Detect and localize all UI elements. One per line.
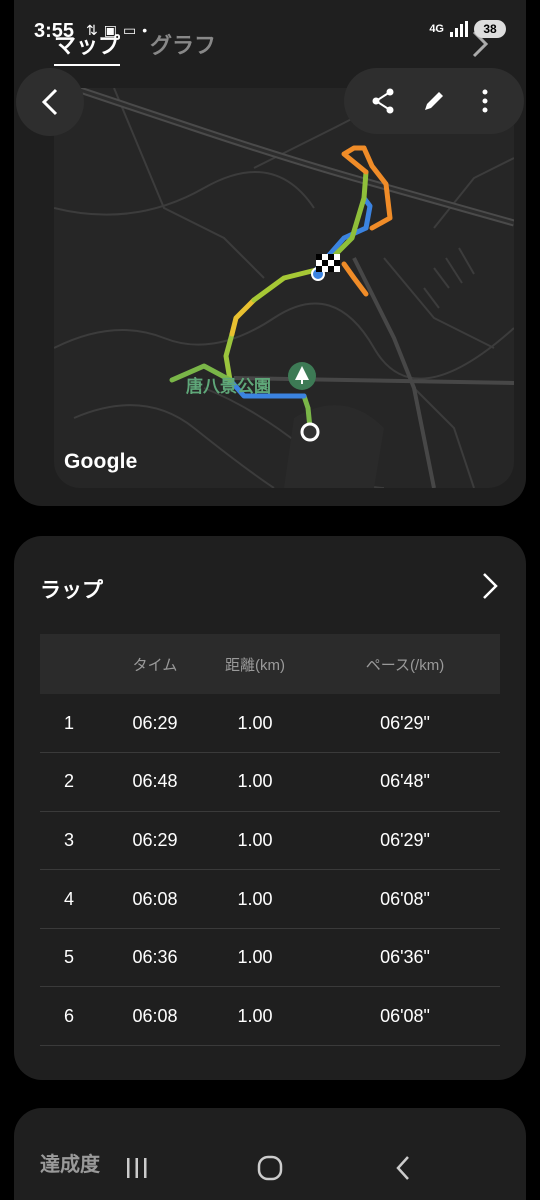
back-button[interactable] — [16, 68, 84, 136]
home-button[interactable] — [240, 1138, 300, 1198]
lap-distance: 1.00 — [200, 928, 310, 988]
more-button[interactable] — [465, 81, 505, 121]
lap-number: 3 — [40, 811, 110, 871]
recents-button[interactable] — [107, 1138, 167, 1198]
table-row: 3 06:29 1.00 06'29" — [40, 811, 500, 871]
finish-flag-icon — [316, 254, 340, 272]
header-distance: 距離(km) — [225, 656, 285, 674]
lap-number: 5 — [40, 928, 110, 988]
dot-icon: • — [142, 22, 148, 38]
lap-number: 1 — [40, 694, 110, 754]
lap-pace: 06'29" — [310, 811, 500, 871]
share-icon — [372, 88, 394, 114]
lap-distance: 1.00 — [200, 869, 310, 929]
nav-back-icon — [396, 1156, 410, 1180]
screen: 3:55 ⇅ ▣ ▭ • 4G 38 マップ グラフ 唐八景公園 Google … — [0, 0, 540, 1200]
lap-number: 4 — [40, 869, 110, 929]
lap-table-header: タイム 距離(km) ペース(/km) — [40, 634, 500, 694]
screenshot-icon: ▣ — [103, 22, 117, 38]
table-row: 4 06:08 1.00 06'08" — [40, 869, 500, 929]
table-row: 5 06:36 1.00 06'36" — [40, 928, 500, 988]
lap-pace: 06'48" — [310, 752, 500, 812]
home-icon — [257, 1155, 283, 1181]
sync-icon: ⇅ — [86, 22, 98, 38]
status-time: 3:55 — [34, 20, 75, 42]
lap-distance: 1.00 — [200, 811, 310, 871]
status-right: 4G 38 — [429, 20, 506, 38]
signal-icon — [450, 21, 468, 37]
pencil-icon — [424, 92, 443, 110]
notification-icons: ⇅ ▣ ▭ • — [86, 22, 147, 39]
lap-pace: 06'08" — [310, 986, 500, 1047]
lap-time: 06:29 — [110, 811, 200, 871]
nav-back-button[interactable] — [373, 1138, 433, 1198]
header-pace: ペース(/km) — [365, 656, 445, 674]
back-arrow-icon — [41, 88, 58, 116]
route-map[interactable]: 唐八景公園 Google — [54, 88, 514, 488]
google-attribution: Google — [64, 450, 138, 473]
lap-title: ラップ — [40, 579, 103, 602]
action-bar — [344, 68, 524, 134]
share-button[interactable] — [363, 81, 403, 121]
map-canvas — [54, 88, 514, 488]
table-row: 6 06:08 1.00 06'08" — [40, 986, 500, 1047]
system-nav-bar — [0, 1136, 540, 1200]
lap-number: 6 — [40, 986, 110, 1047]
edit-button[interactable] — [414, 81, 454, 121]
lap-time: 06:08 — [110, 986, 200, 1047]
calendar-icon: ▭ — [122, 22, 137, 38]
status-bar: 3:55 ⇅ ▣ ▭ • 4G 38 — [0, 0, 540, 62]
header-index — [40, 634, 110, 694]
lap-pace: 06'08" — [310, 869, 500, 929]
lap-pace: 06'29" — [310, 694, 500, 754]
lap-time: 06:29 — [110, 694, 200, 754]
chevron-right-icon[interactable] — [480, 572, 500, 600]
more-vertical-icon — [482, 89, 488, 113]
lap-card: ラップ タイム 距離(km) ペース(/km) 1 06:29 1.00 06'… — [14, 536, 526, 1080]
lap-time: 06:08 — [110, 869, 200, 929]
network-label: 4G — [429, 23, 444, 35]
lap-distance: 1.00 — [200, 694, 310, 754]
lap-table: タイム 距離(km) ペース(/km) 1 06:29 1.00 06'29" … — [40, 634, 500, 1047]
table-row: 2 06:48 1.00 06'48" — [40, 752, 500, 812]
lap-distance: 1.00 — [200, 752, 310, 812]
park-pin-icon — [288, 362, 316, 390]
end-marker — [300, 422, 320, 442]
recents-icon — [126, 1158, 147, 1178]
header-time: タイム — [132, 656, 178, 674]
table-row: 1 06:29 1.00 06'29" — [40, 694, 500, 754]
battery-indicator: 38 — [474, 20, 506, 38]
park-label: 唐八景公園 — [186, 377, 271, 396]
lap-distance: 1.00 — [200, 986, 310, 1047]
lap-number: 2 — [40, 752, 110, 812]
lap-pace: 06'36" — [310, 928, 500, 988]
lap-time: 06:48 — [110, 752, 200, 812]
lap-time: 06:36 — [110, 928, 200, 988]
